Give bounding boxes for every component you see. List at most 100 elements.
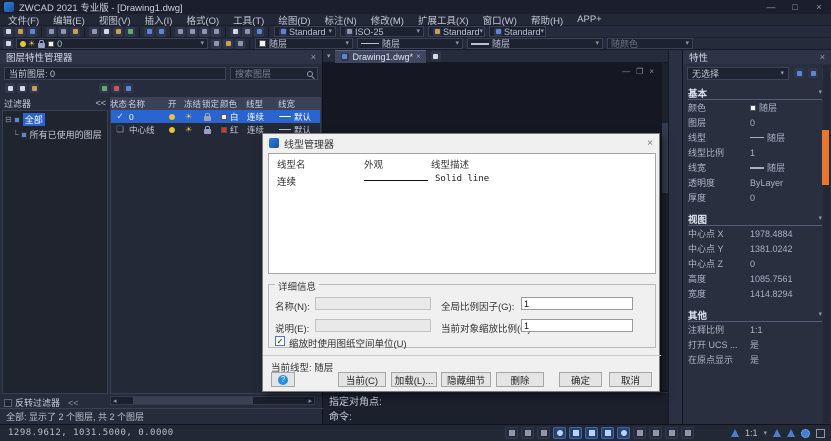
unlock-icon[interactable] (204, 116, 211, 121)
layer-states-manager-icon[interactable] (29, 83, 39, 93)
linetype-combo[interactable]: 随层 ▾ (357, 38, 463, 49)
polar-tracking-icon[interactable] (553, 427, 566, 439)
copy-icon[interactable] (101, 27, 111, 37)
object-snap-tracking-icon[interactable] (585, 427, 598, 439)
prop-layer[interactable]: 图层 0 (688, 115, 822, 130)
prop-transparency[interactable]: 透明度 ByLayer (688, 175, 822, 190)
global-scale-input[interactable] (521, 297, 633, 310)
minimize-button[interactable]: — (763, 1, 779, 13)
properties-scrollbar[interactable] (823, 65, 830, 423)
dynamic-input-icon[interactable] (617, 427, 630, 439)
paste-icon[interactable] (113, 27, 123, 37)
menu-file[interactable]: 文件(F) (8, 13, 39, 27)
annotation-monitor-icon[interactable] (665, 427, 678, 439)
snap-mode-icon[interactable] (505, 427, 518, 439)
annotation-autoscale-icon[interactable] (787, 429, 795, 437)
tab-close-icon[interactable]: × (416, 52, 421, 61)
annotation-scale-caret-icon[interactable]: ▾ (763, 430, 767, 437)
menu-express[interactable]: 扩展工具(X) (418, 13, 469, 27)
properties-close-icon[interactable]: × (820, 52, 825, 62)
menu-draw[interactable]: 绘图(D) (278, 13, 310, 27)
tab-list-icon[interactable]: ▾ (327, 53, 331, 60)
close-button[interactable]: × (811, 1, 827, 13)
prop-lineweight[interactable]: 线宽 随层 (688, 160, 822, 175)
prop-annotation-scale[interactable]: 注释比例1:1 (688, 322, 822, 337)
ok-button[interactable]: 确定 (559, 372, 602, 387)
menu-edit[interactable]: 编辑(E) (53, 13, 85, 27)
lineweight-display-icon[interactable] (633, 427, 646, 439)
menu-format[interactable]: 格式(O) (186, 13, 219, 27)
preview-icon[interactable] (58, 27, 68, 37)
thaw-icon[interactable]: ☀ (185, 126, 192, 134)
help-button[interactable]: ? (271, 372, 295, 387)
lineweight-combo[interactable]: 随层 ▾ (467, 38, 603, 49)
set-current-icon[interactable] (123, 83, 133, 93)
text-style-combo[interactable]: Standard▾ (274, 26, 336, 37)
linetype-row-name[interactable]: 连续 (277, 174, 296, 188)
dialog-close-icon[interactable]: × (647, 138, 653, 149)
menu-view[interactable]: 视图(V) (99, 13, 131, 27)
properties-scrollbar-thumb[interactable] (822, 130, 829, 185)
save-file-icon[interactable] (27, 27, 37, 37)
grid-display-icon[interactable] (521, 427, 534, 439)
new-group-filter-icon[interactable] (17, 83, 27, 93)
zoom-previous-icon[interactable] (211, 27, 221, 37)
layer-table-hscrollbar[interactable]: ◂ ▸ (110, 396, 315, 405)
delete-button[interactable]: 删除 (496, 372, 544, 387)
prop-ucs-icon-on[interactable]: 打开 UCS ...是 (688, 337, 822, 352)
annotation-visibility-icon[interactable] (773, 429, 781, 437)
layer-states-icon[interactable] (242, 27, 252, 37)
menu-dimension[interactable]: 标注(N) (325, 13, 357, 27)
layer-manager-icon[interactable] (3, 39, 13, 49)
collapse-filters-button[interactable]: << (95, 98, 106, 108)
collapse-panel-button[interactable]: << (68, 398, 79, 408)
object-snap-icon[interactable] (569, 427, 582, 439)
object-scale-input[interactable] (521, 319, 633, 332)
linetype-list[interactable]: 线型名 外观 线型描述 连续 Solid line (268, 153, 656, 274)
settings-gear-icon[interactable] (801, 429, 810, 438)
cancel-button[interactable]: 取消 (609, 372, 652, 387)
ortho-mode-icon[interactable] (537, 427, 550, 439)
zoom-realtime-icon[interactable] (187, 27, 197, 37)
cut-icon[interactable] (89, 27, 99, 37)
filter-tree-item-all[interactable]: ⊟ 全部 (5, 113, 105, 126)
table-style-combo[interactable]: Standard▾ (428, 26, 485, 37)
section-misc[interactable]: 其他▾ (688, 308, 822, 322)
prop-center-y[interactable]: 中心点 Y1381.0242 (688, 241, 822, 256)
prop-thickness[interactable]: 厚度 0 (688, 190, 822, 205)
section-view[interactable]: 视图▾ (688, 212, 822, 226)
prop-center-x[interactable]: 中心点 X1978.4884 (688, 226, 822, 241)
annotation-scale-value[interactable]: 1:1 (745, 428, 758, 438)
unlock-icon[interactable] (204, 129, 211, 134)
drawing-tab[interactable]: Drawing1.dwg* × (335, 50, 426, 63)
prop-width[interactable]: 宽度1414.8294 (688, 286, 822, 301)
quick-select-icon[interactable] (794, 68, 804, 78)
hide-details-button[interactable]: 隐藏细节 (441, 372, 491, 387)
match-properties-icon[interactable] (125, 27, 135, 37)
properties-palette-icon[interactable] (254, 27, 264, 37)
pan-icon[interactable] (175, 27, 185, 37)
delete-layer-icon[interactable] (111, 83, 121, 93)
menu-app-plus[interactable]: APP+ (577, 14, 602, 25)
layer-panel-close-icon[interactable]: × (311, 52, 316, 62)
color-white-swatch[interactable] (221, 114, 227, 120)
mdi-restore-icon[interactable]: ❐ (636, 67, 643, 76)
dim-style-combo[interactable]: ISO-25▾ (340, 26, 424, 37)
fullscreen-icon[interactable] (816, 429, 825, 438)
name-input[interactable] (315, 297, 431, 310)
color-combo[interactable]: 随层 ▾ (255, 38, 353, 49)
prop-linetype[interactable]: 线型 随层 (688, 130, 822, 145)
maximize-button[interactable]: □ (787, 1, 803, 13)
thaw-icon[interactable]: ☀ (185, 113, 192, 121)
dynamic-ucs-icon[interactable] (601, 427, 614, 439)
description-input[interactable] (315, 319, 431, 332)
section-basic[interactable]: 基本▾ (688, 86, 822, 100)
paperspace-units-checkbox[interactable]: ✓ (275, 336, 285, 346)
transparency-display-icon[interactable] (649, 427, 662, 439)
menu-modify[interactable]: 修改(M) (371, 13, 404, 27)
publish-icon[interactable] (70, 27, 80, 37)
mleader-style-combo[interactable]: Standard▾ (489, 26, 546, 37)
layer-properties-icon[interactable] (230, 27, 240, 37)
workspace-icon[interactable] (681, 427, 694, 439)
menu-insert[interactable]: 插入(I) (144, 13, 172, 27)
